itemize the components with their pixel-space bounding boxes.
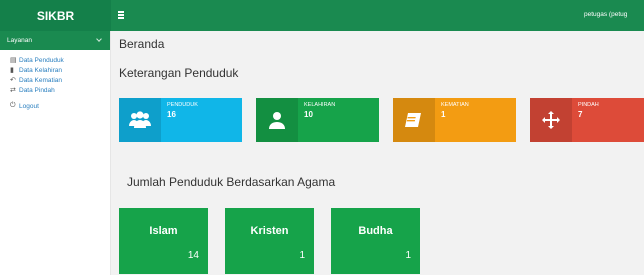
- agama-count: 1: [405, 250, 411, 261]
- stat-label: KEMATIAN: [441, 102, 469, 108]
- stat-card-kematian[interactable]: KEMATIAN 1: [393, 98, 516, 142]
- agama-section-title: Jumlah Penduduk Berdasarkan Agama: [127, 175, 336, 189]
- book-icon: ▮: [10, 67, 14, 74]
- brand-logo[interactable]: SIKBR: [0, 0, 111, 31]
- top-navbar: SIKBR petugas (petug: [0, 0, 644, 31]
- agama-card-kristen[interactable]: Kristen 1: [225, 208, 314, 274]
- note-icon: [393, 98, 435, 142]
- stat-label: PINDAH: [578, 102, 599, 108]
- sidebar: Layanan ▤ Data Penduduk ▮ Data Kelahiran…: [0, 31, 111, 275]
- stat-value: 7: [578, 110, 583, 119]
- logout-link[interactable]: ⏻ Logout: [0, 101, 110, 111]
- agama-name: Kristen: [250, 225, 289, 237]
- sidebar-item-label: Data Kematian: [19, 76, 62, 84]
- sidebar-item-data-kematian[interactable]: ↶ Data Kematian: [0, 75, 110, 85]
- sidebar-section-label: Layanan: [7, 37, 32, 44]
- stat-value: 16: [167, 110, 176, 119]
- stat-value: 1: [441, 110, 446, 119]
- sidebar-item-data-pindah[interactable]: ⇄ Data Pindah: [0, 85, 110, 95]
- move-icon: [530, 98, 572, 142]
- undo-icon: ↶: [10, 77, 16, 84]
- stat-label: KELAHIRAN: [304, 102, 336, 108]
- sidebar-section-layanan[interactable]: Layanan: [0, 31, 110, 50]
- agama-count: 14: [187, 250, 199, 261]
- sidebar-item-label: Data Kelahiran: [19, 66, 62, 74]
- user-menu[interactable]: petugas (petug: [584, 11, 627, 18]
- transfer-icon: ⇄: [10, 87, 16, 94]
- stat-value: 10: [304, 110, 313, 119]
- page-title: Beranda: [119, 37, 165, 51]
- agama-name: Islam: [149, 225, 178, 237]
- stat-card-pindah[interactable]: PINDAH 7: [530, 98, 644, 142]
- stat-card-penduduk[interactable]: PENDUDUK 16: [119, 98, 242, 142]
- logout-label: Logout: [19, 102, 39, 110]
- agama-card-budha[interactable]: Budha 1: [331, 208, 420, 274]
- stat-card-kelahiran[interactable]: KELAHIRAN 10: [256, 98, 379, 142]
- users-icon: [119, 98, 161, 142]
- id-card-icon: ▤: [10, 57, 17, 64]
- agama-count: 1: [299, 250, 305, 261]
- sidebar-item-label: Data Pindah: [19, 86, 55, 94]
- menu-toggle-icon[interactable]: [118, 11, 124, 19]
- chevron-down-icon: [96, 36, 102, 42]
- sidebar-item-label: Data Penduduk: [19, 56, 64, 64]
- agama-name: Budha: [358, 225, 393, 237]
- stat-label: PENDUDUK: [167, 102, 198, 108]
- agama-card-islam[interactable]: Islam 14: [119, 208, 208, 274]
- sidebar-item-data-penduduk[interactable]: ▤ Data Penduduk: [0, 55, 110, 65]
- section-title: Keterangan Penduduk: [119, 66, 239, 80]
- user-icon: [256, 98, 298, 142]
- power-icon: ⏻: [10, 102, 16, 109]
- sidebar-item-data-kelahiran[interactable]: ▮ Data Kelahiran: [0, 65, 110, 75]
